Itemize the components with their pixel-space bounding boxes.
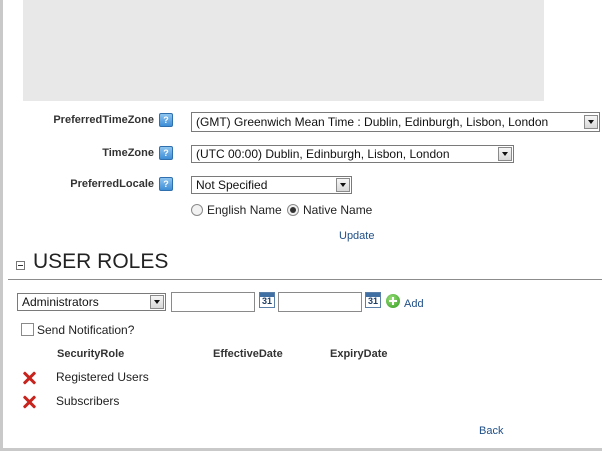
help-icon[interactable]: ?	[159, 146, 173, 160]
add-plus-icon[interactable]	[386, 294, 400, 308]
preferred-timezone-select[interactable]: (GMT) Greenwich Mean Time : Dublin, Edin…	[191, 112, 600, 132]
section-divider	[8, 279, 602, 280]
preferred-locale-label: PreferredLocale	[70, 178, 154, 190]
preferred-timezone-value: (GMT) Greenwich Mean Time : Dublin, Edin…	[196, 115, 549, 129]
collapse-minus-icon[interactable]	[16, 261, 25, 270]
role-select-value: Administrators	[22, 295, 99, 309]
column-header-effective-date: EffectiveDate	[213, 348, 283, 360]
timezone-value: (UTC 00:00) Dublin, Edinburgh, Lisbon, L…	[196, 147, 450, 161]
back-link[interactable]: Back	[479, 425, 503, 437]
send-notification-label: Send Notification?	[37, 323, 135, 337]
content-panel	[23, 0, 544, 101]
add-role-link[interactable]: Add	[404, 298, 424, 310]
update-link[interactable]: Update	[339, 230, 374, 242]
column-header-security-role: SecurityRole	[57, 348, 125, 360]
native-name-label: Native Name	[303, 203, 373, 217]
role-name: Subscribers	[56, 394, 120, 408]
timezone-select[interactable]: (UTC 00:00) Dublin, Edinburgh, Lisbon, L…	[191, 145, 514, 163]
preferred-timezone-label: PreferredTimeZone	[53, 114, 154, 126]
role-select[interactable]: Administrators	[17, 293, 166, 311]
delete-x-icon[interactable]	[22, 395, 36, 409]
user-roles-heading: USER ROLES	[33, 250, 169, 273]
native-name-radio[interactable]	[287, 204, 299, 216]
calendar-icon[interactable]: 31	[259, 292, 275, 308]
column-header-expiry-date: ExpiryDate	[330, 348, 388, 360]
role-name: Registered Users	[56, 370, 149, 384]
help-icon[interactable]: ?	[159, 177, 173, 191]
timezone-label: TimeZone	[102, 147, 154, 159]
chevron-down-icon	[584, 115, 598, 129]
preferred-locale-value: Not Specified	[196, 178, 268, 192]
send-notification-checkbox[interactable]	[21, 323, 34, 336]
delete-x-icon[interactable]	[22, 371, 36, 385]
chevron-down-icon	[498, 147, 512, 161]
help-icon[interactable]: ?	[159, 113, 173, 127]
chevron-down-icon	[150, 295, 164, 309]
calendar-icon[interactable]: 31	[365, 292, 381, 308]
effective-date-input[interactable]	[171, 292, 255, 312]
preferred-locale-select[interactable]: Not Specified	[191, 176, 352, 194]
chevron-down-icon	[336, 178, 350, 192]
expiry-date-input[interactable]	[278, 292, 362, 312]
english-name-label: English Name	[207, 203, 282, 217]
english-name-radio[interactable]	[191, 204, 203, 216]
